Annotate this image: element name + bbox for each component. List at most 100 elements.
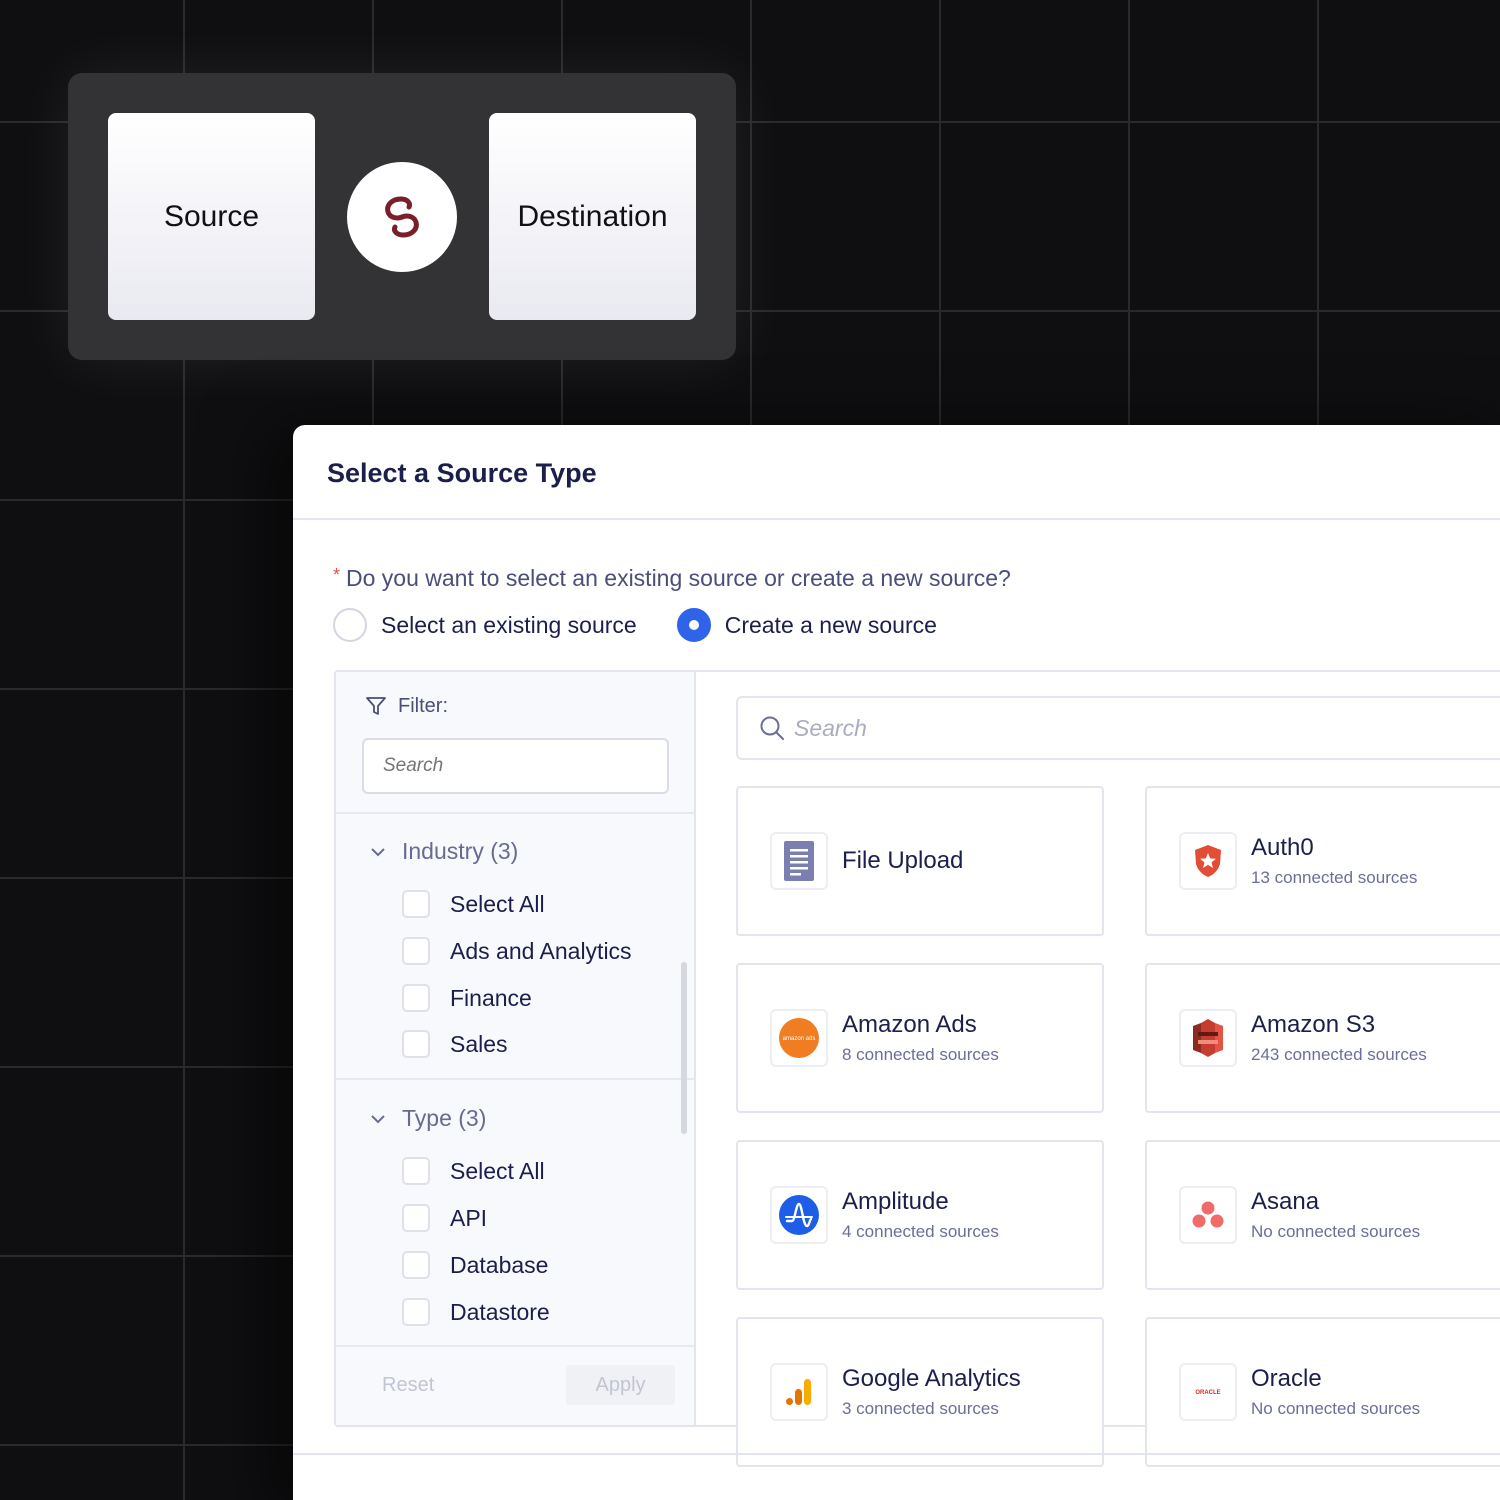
checkbox-database[interactable]: Database (402, 1251, 548, 1279)
source-picker-panel: Filter: Industry (3) Select All Ads and … (334, 670, 1500, 1467)
radio-circle-existing[interactable] (333, 608, 367, 642)
source-tile-amplitude[interactable]: Amplitude 4 connected sources (736, 1140, 1104, 1290)
filter-divider (336, 1078, 694, 1080)
chevron-down-icon (371, 1114, 385, 1123)
industry-group-title: Industry (3) (402, 838, 519, 864)
checkbox-industry-select-all[interactable]: Select All (402, 890, 545, 918)
source-question: * Do you want to select an existing sourc… (333, 565, 1011, 592)
tile-subtitle: 4 connected sources (842, 1222, 999, 1241)
tile-subtitle: 243 connected sources (1251, 1045, 1427, 1064)
amazon-ads-icon: amazon ads (770, 1009, 828, 1067)
google-analytics-icon (770, 1363, 828, 1421)
tile-text: Auth0 13 connected sources (1251, 834, 1417, 888)
tile-name: Amplitude (842, 1188, 949, 1215)
tile-name: Oracle (1251, 1365, 1322, 1392)
checkbox-datastore[interactable]: Datastore (402, 1298, 550, 1326)
source-question-text: Do you want to select an existing source… (346, 565, 1011, 591)
checkbox[interactable] (402, 1157, 430, 1185)
source-search-input[interactable]: Search (736, 696, 1500, 760)
source-label: Source (163, 199, 260, 233)
checkbox-sales[interactable]: Sales (402, 1030, 508, 1058)
tile-text: Google Analytics 3 connected sources (842, 1365, 1021, 1419)
checkbox-finance[interactable]: Finance (402, 984, 532, 1012)
modal-title: Select a Source Type (327, 458, 597, 488)
type-group-toggle[interactable]: Type (3) (370, 1105, 486, 1132)
amazon-s3-icon (1179, 1009, 1237, 1067)
radio-select-existing[interactable]: Select an existing source (333, 608, 637, 642)
link-node (347, 162, 457, 272)
modal-footer-divider (293, 1453, 1500, 1455)
tile-text: Amazon S3 243 connected sources (1251, 1011, 1427, 1065)
tile-name: Auth0 (1251, 834, 1314, 861)
apply-button[interactable]: Apply (566, 1365, 675, 1405)
tile-subtitle: No connected sources (1251, 1399, 1421, 1418)
checkbox[interactable] (402, 1298, 430, 1326)
checkbox-label: Sales (450, 1030, 508, 1057)
destination-box[interactable]: Destination (489, 113, 696, 320)
tile-text: Asana No connected sources (1251, 1188, 1420, 1242)
source-tile-amazon-s3[interactable]: Amazon S3 243 connected sources (1145, 963, 1500, 1113)
radio-label-existing: Select an existing source (381, 611, 637, 638)
checkbox[interactable] (402, 984, 430, 1012)
asana-icon (1179, 1186, 1237, 1244)
checkbox[interactable] (402, 890, 430, 918)
checkbox-label: Datastore (450, 1298, 550, 1325)
checkbox-api[interactable]: API (402, 1204, 487, 1232)
checkbox-label: API (450, 1204, 488, 1231)
required-mark: * (333, 565, 341, 585)
amazon-ads-icon-text: amazon ads (783, 1036, 816, 1042)
tile-name: Asana (1251, 1188, 1320, 1215)
filter-divider (336, 812, 694, 814)
checkbox-label: Finance (450, 984, 532, 1011)
source-tile-amazon-ads[interactable]: amazon ads Amazon Ads 8 connected source… (736, 963, 1104, 1113)
filter-header: Filter: (364, 694, 448, 718)
filter-label: Filter: (398, 694, 448, 717)
filter-sidebar: Filter: Industry (3) Select All Ads and … (336, 672, 696, 1425)
checkbox-label: Select All (450, 890, 545, 917)
radio-label-create-new: Create a new source (724, 611, 937, 638)
source-tile-asana[interactable]: Asana No connected sources (1145, 1140, 1500, 1290)
filter-scrollbar[interactable] (681, 962, 687, 1134)
reset-button[interactable]: Reset (382, 1374, 434, 1397)
type-group-title: Type (3) (402, 1105, 487, 1131)
oracle-icon: ORACLE (1179, 1363, 1237, 1421)
tile-name: File Upload (842, 847, 964, 874)
tile-text: File Upload (842, 847, 963, 875)
filter-icon (366, 697, 386, 715)
source-mode-radio-group: Select an existing source Create a new s… (333, 608, 977, 642)
select-source-type-modal: Select a Source Type * Do you want to sel… (293, 425, 1500, 1500)
source-tile-auth0[interactable]: Auth0 13 connected sources (1145, 786, 1500, 936)
checkbox[interactable] (402, 1251, 430, 1279)
document-icon (770, 832, 828, 890)
tile-subtitle: No connected sources (1251, 1222, 1421, 1241)
source-box[interactable]: Source (108, 113, 315, 320)
source-tile-google-analytics[interactable]: Google Analytics 3 connected sources (736, 1317, 1104, 1467)
search-icon (760, 716, 784, 740)
checkbox-type-select-all[interactable]: Select All (402, 1157, 545, 1185)
checkbox-ads-and-analytics[interactable]: Ads and Analytics (402, 937, 632, 965)
radio-circle-create-new[interactable] (676, 608, 711, 642)
amplitude-icon (770, 1186, 828, 1244)
checkbox-label: Select All (450, 1157, 545, 1184)
tile-name: Amazon Ads (842, 1011, 977, 1038)
checkbox[interactable] (402, 1204, 430, 1232)
checkbox-label: Ads and Analytics (450, 937, 632, 964)
checkbox[interactable] (402, 937, 430, 965)
checkbox[interactable] (402, 1030, 430, 1058)
chevron-down-icon (371, 847, 385, 856)
apply-button-label: Apply (595, 1373, 646, 1396)
connection-flow-card: Source Destination (68, 73, 736, 360)
tile-name: Amazon S3 (1251, 1011, 1376, 1038)
destination-label: Destination (517, 199, 668, 233)
source-search-placeholder: Search (794, 714, 867, 741)
link-icon (385, 196, 419, 238)
filter-search-input[interactable] (362, 738, 669, 794)
modal-header: Select a Source Type (293, 425, 1500, 520)
source-tile-oracle[interactable]: ORACLE Oracle No connected sources (1145, 1317, 1500, 1467)
industry-group-toggle[interactable]: Industry (3) (370, 838, 518, 865)
tile-subtitle: 3 connected sources (842, 1399, 999, 1418)
tile-subtitle: 13 connected sources (1251, 868, 1418, 887)
tile-name: Google Analytics (842, 1365, 1021, 1392)
radio-create-new[interactable]: Create a new source (676, 608, 937, 642)
source-tile-file-upload[interactable]: File Upload (736, 786, 1104, 936)
